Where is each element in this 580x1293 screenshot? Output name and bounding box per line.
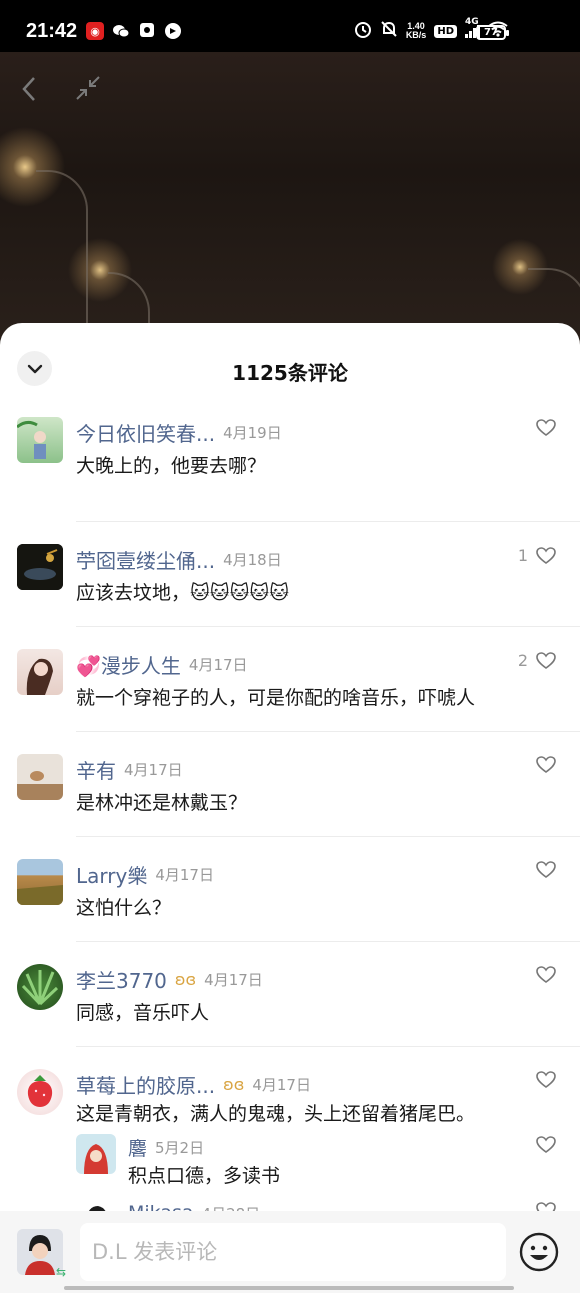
- reply-date: 5月2日: [155, 1138, 205, 1157]
- comments-header: 1125条评论: [0, 323, 580, 417]
- comment-text: 同感，音乐吓人: [76, 1002, 210, 1024]
- like-button[interactable]: [528, 966, 556, 984]
- comment-text: 这是青朝衣，满人的鬼魂，头上还留着猪尾巴。: [76, 1103, 476, 1125]
- comment-username[interactable]: 辛有: [76, 755, 116, 784]
- reply-item[interactable]: 麐 5月2日 积点口德，多读书: [0, 1126, 580, 1196]
- net-speed-unit: KB/s: [405, 30, 427, 40]
- back-arrow-icon[interactable]: [20, 76, 40, 101]
- net-speed: 1.40 KB/s: [406, 22, 427, 40]
- comment-date: 4月17日: [188, 655, 248, 674]
- minimize-icon[interactable]: [74, 74, 102, 102]
- avatar[interactable]: [17, 1069, 63, 1115]
- heart-icon: [536, 546, 556, 564]
- smiley-icon: [519, 1232, 559, 1272]
- comment-date: 4月17日: [124, 760, 183, 779]
- comment-header: 💞漫步人生 4月17日: [76, 649, 550, 679]
- hd-badge: HD: [434, 24, 457, 38]
- comment-text: 大晚上的，他要去哪？: [76, 455, 267, 477]
- comments-sheet: 1125条评论 今日依旧笑春... 4月19日 大晚上的，他要去哪？ 苧囵壹缕尘…: [0, 323, 580, 1293]
- heart-icon: [536, 1136, 556, 1153]
- app-notify-icon: [164, 22, 182, 40]
- like-count: 2: [517, 651, 528, 670]
- comment-username[interactable]: 今日依旧笑春...: [76, 418, 215, 447]
- emoji-button[interactable]: [519, 1232, 559, 1272]
- status-time: 21:42: [26, 20, 78, 42]
- heart-icon: [536, 1071, 556, 1088]
- battery-indicator: 77: [476, 25, 509, 40]
- comment-username[interactable]: 草莓上的胶原...: [76, 1070, 215, 1099]
- avatar[interactable]: [76, 1134, 116, 1174]
- comment-header: 李兰3770 ʚɞ 4月17日: [76, 964, 550, 994]
- avatar[interactable]: [17, 417, 63, 463]
- avatar[interactable]: [17, 859, 63, 905]
- like-count: 1: [517, 546, 528, 565]
- comment-item[interactable]: 今日依旧笑春... 4月19日 大晚上的，他要去哪？: [0, 417, 580, 521]
- comments-count-title: 1125条评论: [232, 361, 348, 385]
- comment-item[interactable]: 李兰3770 ʚɞ 4月17日 同感，音乐吓人: [0, 942, 580, 1046]
- avatar[interactable]: [17, 754, 63, 800]
- butterfly-badge-icon: ʚɞ: [174, 969, 197, 989]
- comment-text: 就一个穿袍子的人，可是你配的啥音乐，吓唬人: [76, 687, 476, 709]
- reply-text: 积点口德，多读书: [128, 1165, 281, 1187]
- comment-text: 这怕什么？: [76, 897, 172, 919]
- comment-text: 应该去坟地，🐱🐱🐱🐱🐱: [76, 582, 290, 604]
- comment-header: 草莓上的胶原... ʚɞ 4月17日: [76, 1069, 550, 1099]
- reply-username[interactable]: 麐: [128, 1134, 147, 1161]
- netease-music-icon: ◉: [86, 22, 104, 40]
- comment-item[interactable]: 草莓上的胶原... ʚɞ 4月17日 这是青朝衣，满人的鬼魂，头上还留着猪尾巴。: [0, 1047, 580, 1126]
- avatar[interactable]: [17, 544, 63, 590]
- comment-header: 苧囵壹缕尘俑... 4月18日: [76, 544, 550, 574]
- comment-date: 4月17日: [155, 865, 214, 884]
- comment-item[interactable]: 辛有 4月17日 是林冲还是林戴玉？: [0, 732, 580, 836]
- like-button[interactable]: [528, 861, 556, 879]
- comment-composer-bar: ⇆ D.L 发表评论: [0, 1211, 580, 1293]
- navigation-handle: [64, 1286, 514, 1290]
- comment-item[interactable]: 💞漫步人生 4月17日 就一个穿袍子的人，可是你配的啥音乐，吓唬人 2: [0, 627, 580, 731]
- comment-date: 4月18日: [223, 550, 282, 569]
- comment-username[interactable]: 苧囵壹缕尘俑...: [76, 545, 215, 574]
- like-button[interactable]: [528, 1071, 556, 1089]
- mute-icon: [380, 20, 398, 42]
- reply-header: 麐 5月2日: [128, 1134, 550, 1160]
- map-pin-icon: [138, 22, 156, 40]
- heart-icon: [536, 966, 556, 983]
- heart-icon: [536, 651, 556, 669]
- alarm-icon: [354, 20, 372, 42]
- heart-icon: [536, 419, 556, 436]
- heart-icon: [536, 756, 556, 773]
- comment-header: Larry樂 4月17日: [76, 859, 550, 889]
- wechat-icon: [112, 22, 130, 40]
- comment-date: 4月17日: [204, 970, 263, 989]
- status-bar: 21:42 ◉ 1.40 KB/s HD 4G 77: [0, 0, 580, 52]
- avatar[interactable]: [17, 964, 63, 1010]
- comment-date: 4月17日: [252, 1075, 311, 1094]
- comment-item[interactable]: Larry樂 4月17日 这怕什么？: [0, 837, 580, 941]
- switch-account-icon[interactable]: ⇆: [56, 1265, 66, 1279]
- like-button[interactable]: [528, 756, 556, 774]
- comment-username[interactable]: Larry樂: [76, 860, 147, 889]
- like-button[interactable]: [528, 419, 556, 437]
- heart-icon: [536, 861, 556, 878]
- like-button[interactable]: 2: [518, 651, 556, 670]
- like-button[interactable]: [536, 1136, 556, 1154]
- avatar[interactable]: [17, 649, 63, 695]
- comment-date: 4月19日: [223, 423, 282, 442]
- comment-header: 辛有 4月17日: [76, 754, 550, 784]
- comment-item[interactable]: 苧囵壹缕尘俑... 4月18日 应该去坟地，🐱🐱🐱🐱🐱 1: [0, 522, 580, 626]
- notification-icons: ◉: [86, 22, 182, 40]
- butterfly-badge-icon: ʚɞ: [223, 1074, 245, 1094]
- comment-input[interactable]: D.L 发表评论: [80, 1223, 506, 1281]
- comment-username[interactable]: 李兰3770: [76, 965, 167, 994]
- comment-text: 是林冲还是林戴玉？: [76, 792, 248, 814]
- comment-username[interactable]: 💞漫步人生: [76, 650, 181, 679]
- comment-header: 今日依旧笑春... 4月19日: [76, 417, 550, 447]
- like-button[interactable]: 1: [518, 546, 556, 565]
